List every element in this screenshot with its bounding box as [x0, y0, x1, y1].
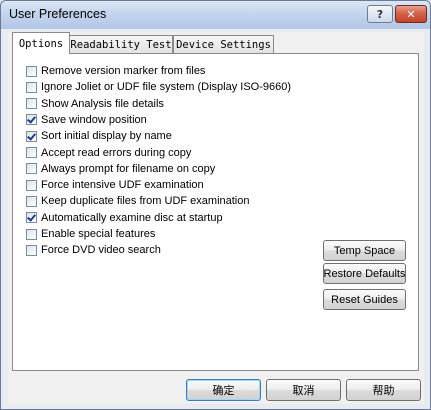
option-label: Force DVD video search [41, 244, 161, 257]
checkbox-unchecked[interactable] [26, 163, 37, 175]
option-label: Sort initial display by name [41, 130, 172, 143]
option-checkbox-row[interactable]: Automatically examine disc at startup [26, 211, 223, 225]
checkbox-unchecked[interactable] [26, 81, 37, 93]
checkbox-checked[interactable] [26, 212, 37, 224]
option-checkbox-row[interactable]: Always prompt for filename on copy [26, 162, 215, 176]
window-title: User Preferences [9, 7, 107, 21]
checkbox-checked[interactable] [26, 114, 37, 126]
option-checkbox-row[interactable]: Force DVD video search [26, 243, 161, 257]
option-checkbox-row[interactable]: Force intensive UDF examination [26, 178, 204, 192]
option-checkbox-row[interactable]: Remove version marker from files [26, 64, 205, 78]
option-label: Show Analysis file details [41, 97, 164, 110]
ok-button[interactable]: 确定 [186, 379, 261, 401]
tab-readability-test[interactable]: Readability Test [69, 35, 173, 53]
option-label: Keep duplicate files from UDF examinatio… [41, 195, 250, 208]
tab-device-settings[interactable]: Device Settings [173, 35, 274, 53]
option-checkbox-row[interactable]: Show Analysis file details [26, 97, 164, 111]
reset-guides-button[interactable]: Reset Guides [323, 289, 406, 310]
option-checkbox-row[interactable]: Keep duplicate files from UDF examinatio… [26, 194, 249, 208]
option-checkbox-row[interactable]: Ignore Joliet or UDF file system (Displa… [26, 80, 291, 94]
option-checkbox-row[interactable]: Enable special features [26, 227, 155, 241]
checkbox-unchecked[interactable] [26, 147, 37, 158]
temp-space-button[interactable]: Temp Space [323, 240, 406, 261]
question-mark-icon: ? [376, 7, 384, 21]
close-icon: ✕ [406, 7, 416, 21]
option-label: Always prompt for filename on copy [41, 162, 216, 175]
tab-options[interactable]: Options [12, 32, 70, 54]
option-label: Ignore Joliet or UDF file system (Displa… [41, 81, 292, 94]
checkbox-unchecked[interactable] [26, 195, 37, 207]
user-preferences-window: User Preferences ? ✕ Options Readability… [0, 0, 431, 410]
dialog-client-area: Options Readability Test Device Settings… [8, 32, 424, 404]
option-label: Save window position [41, 113, 147, 126]
checkbox-unchecked[interactable] [26, 228, 37, 240]
checkbox-unchecked[interactable] [26, 179, 37, 191]
option-checkbox-row[interactable]: Sort initial display by name [26, 129, 172, 143]
tab-strip: Options Readability Test Device Settings [8, 32, 424, 54]
cancel-button[interactable]: 取消 [266, 379, 341, 401]
option-label: Automatically examine disc at startup [41, 211, 223, 224]
option-label: Enable special features [41, 228, 156, 240]
help-button[interactable]: 帮助 [346, 379, 421, 401]
checkbox-unchecked[interactable] [26, 98, 37, 110]
option-label: Remove version marker from files [41, 65, 206, 77]
checkbox-unchecked[interactable] [26, 65, 37, 77]
checkbox-unchecked[interactable] [26, 244, 37, 256]
option-label: Force intensive UDF examination [41, 179, 204, 192]
option-checkbox-row[interactable]: Accept read errors during copy [26, 146, 191, 160]
option-label: Accept read errors during copy [41, 146, 192, 159]
title-help-button[interactable]: ? [367, 5, 393, 23]
options-panel: Remove version marker from files Ignore J… [12, 53, 419, 371]
title-close-button[interactable]: ✕ [395, 5, 427, 23]
option-checkbox-row[interactable]: Save window position [26, 113, 147, 127]
title-bar[interactable]: User Preferences ? ✕ [1, 1, 430, 29]
checkbox-checked[interactable] [26, 130, 37, 142]
restore-defaults-button[interactable]: Restore Defaults [323, 263, 406, 284]
